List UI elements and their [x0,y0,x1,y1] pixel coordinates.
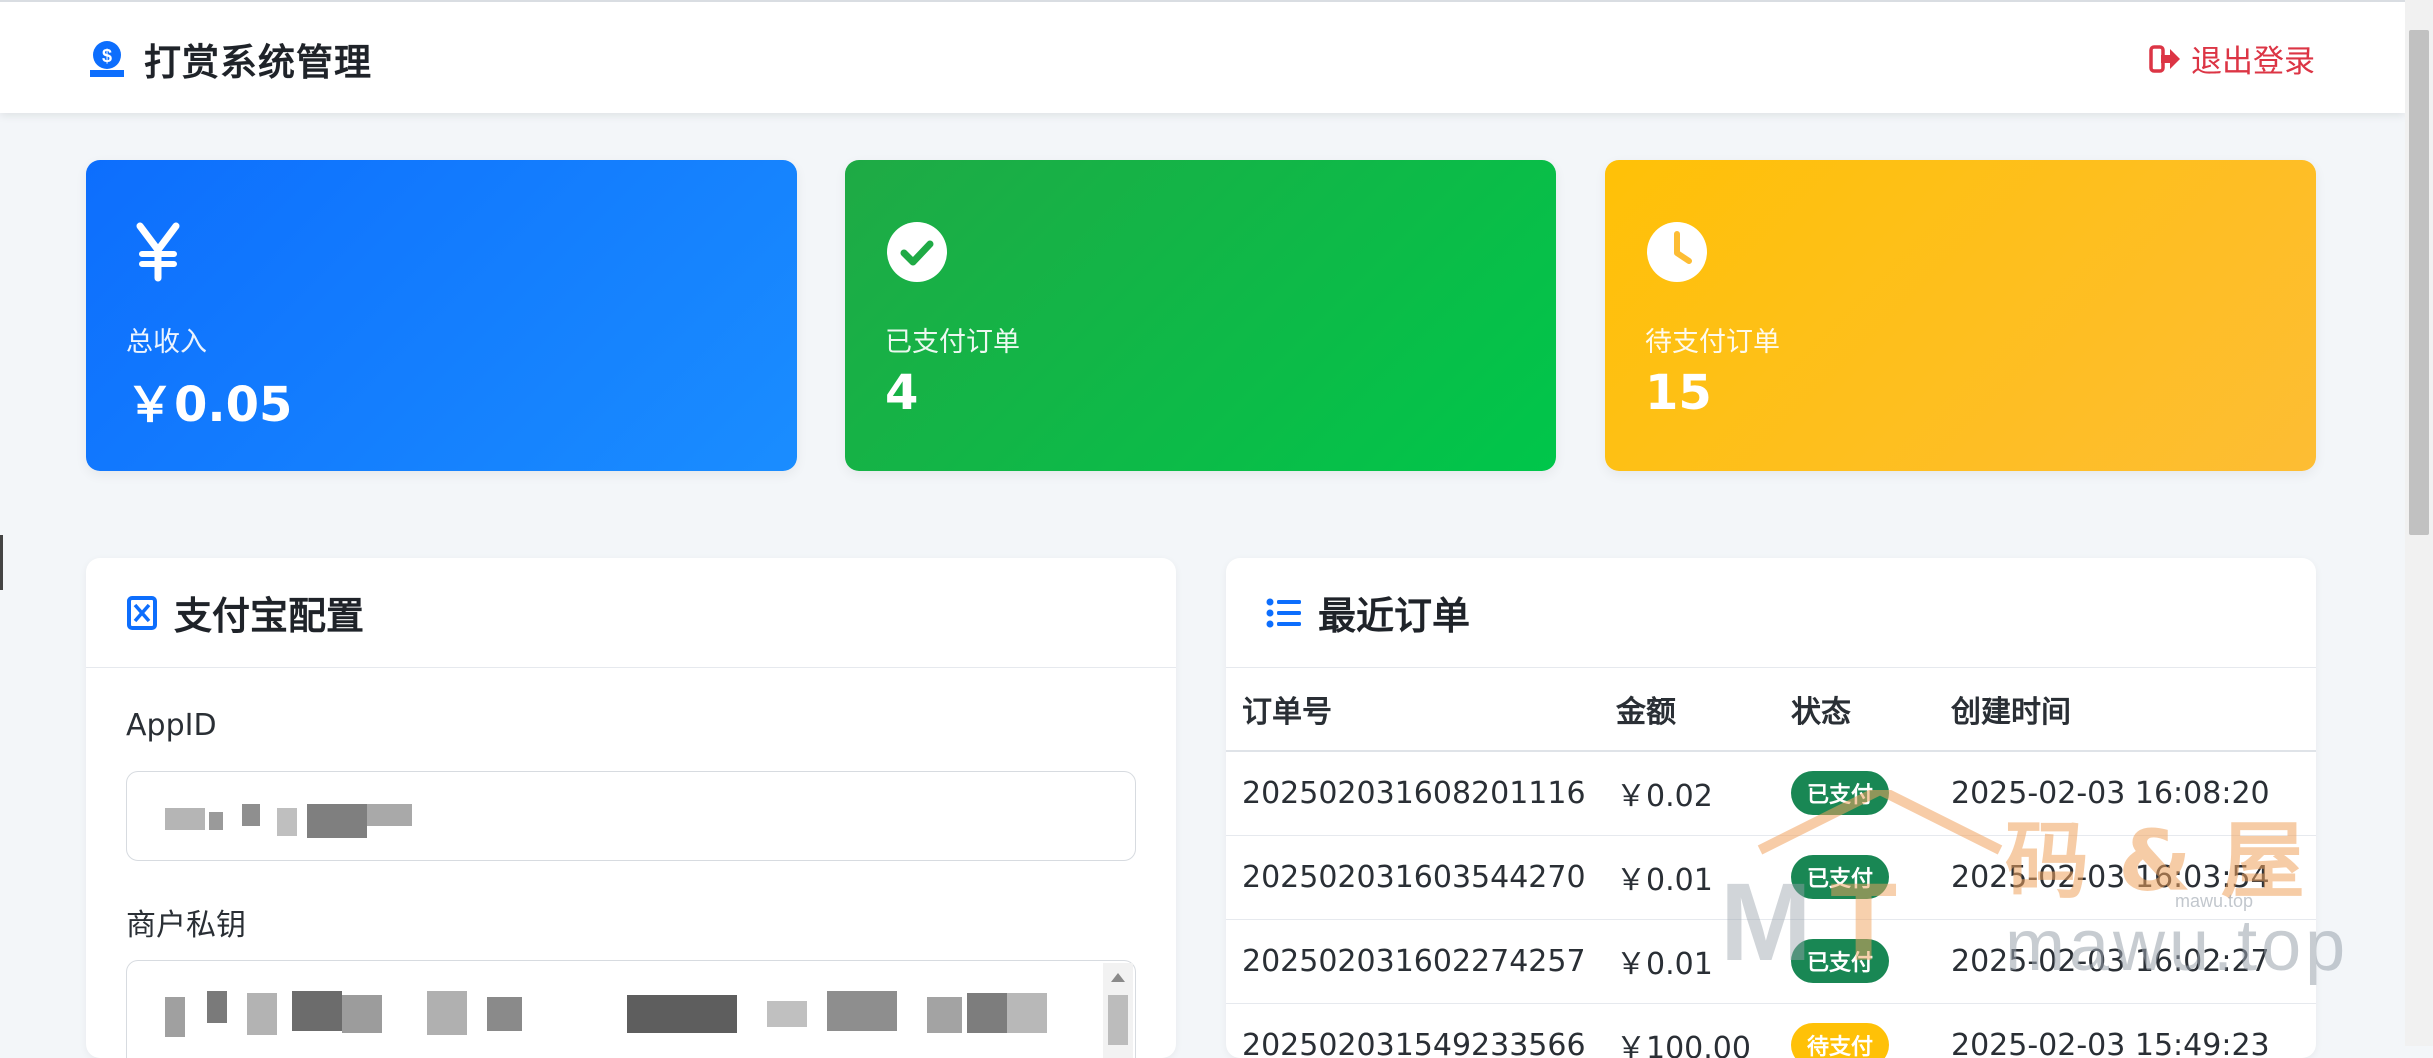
panel-title: 最近订单 [1318,594,1471,638]
appid-label: AppID [126,708,217,743]
masked-text [207,991,227,1023]
orders-table: 订单号 金额 状态 创建时间 202502031608201116 ￥0.02 … [1226,668,2316,1058]
order-id-cell: 202502031603544270 [1226,835,1616,920]
check-circle-icon [887,222,947,282]
masked-text [1007,993,1047,1033]
logout-label: 退出登录 [2191,44,2315,80]
stat-value: 15 [1645,365,1712,421]
sign-out-icon [2149,44,2180,73]
masked-text [487,997,522,1031]
masked-text [292,991,342,1031]
column-header-created-at[interactable]: 创建时间 [1951,668,2316,752]
status-badge: 待支付 [1791,1023,1890,1058]
brand[interactable]: $ 打赏系统管理 [86,32,372,86]
masked-text [827,991,897,1031]
created-at-cell: 2025-02-03 15:49:23 [1951,1003,2316,1058]
private-key-textarea[interactable] [126,960,1136,1058]
app-title: 打赏系统管理 [144,41,372,84]
logout-button[interactable]: 退出登录 [2149,36,2315,81]
recent-orders-panel: 最近订单 订单号 金额 状态 创建时间 202502031608201116 ￥… [1226,558,2316,1058]
scrollbar-thumb[interactable] [2409,30,2429,535]
list-icon [1266,598,1301,627]
table-row[interactable]: 202502031602274257 ￥0.01 已支付 2025-02-03 … [1226,919,2316,1004]
alipay-icon [127,595,157,630]
top-navbar: $ 打赏系统管理 退出登录 [0,0,2405,113]
status-badge: 已支付 [1791,771,1890,816]
created-at-cell: 2025-02-03 16:03:54 [1951,835,2316,920]
scroll-thumb[interactable] [1108,995,1128,1045]
status-cell: 已支付 [1791,835,1951,920]
table-row[interactable]: 202502031608201116 ￥0.02 已支付 2025-02-03 … [1226,751,2316,836]
masked-text [307,804,367,838]
masked-text [277,808,297,836]
status-cell: 待支付 [1791,1003,1951,1058]
masked-text [165,997,185,1037]
textarea-scrollbar[interactable] [1103,963,1133,1058]
masked-text [209,812,223,830]
stat-card-paid-orders: 已支付订单 4 [845,160,1556,471]
stat-label: 待支付订单 [1645,327,1780,358]
panel-header: 支付宝配置 [86,558,1176,668]
alipay-config-panel: 支付宝配置 AppID 商户私钥 [86,558,1176,1058]
text-cursor [0,535,3,590]
masked-text [967,993,1007,1033]
stat-value: ￥0.05 [126,377,293,433]
masked-text [627,995,737,1033]
masked-text [367,804,412,826]
masked-text [242,804,260,826]
panel-title: 支付宝配置 [174,594,365,638]
appid-input[interactable] [126,771,1136,861]
masked-text [767,1001,807,1027]
stat-label: 总收入 [126,327,207,358]
created-at-cell: 2025-02-03 16:02:27 [1951,919,2316,1004]
table-row[interactable]: 202502031603544270 ￥0.01 已支付 2025-02-03 … [1226,835,2316,920]
masked-text [427,991,467,1035]
amount-cell: ￥0.01 [1616,835,1791,920]
stat-card-total-income: 总收入 ￥0.05 [86,160,797,471]
masked-text [927,997,962,1033]
stat-value: 4 [885,365,919,421]
column-header-amount[interactable]: 金额 [1616,668,1791,752]
masked-text [165,808,205,830]
clock-icon [1647,222,1707,282]
scroll-up-arrow-icon[interactable] [1111,973,1125,982]
table-row[interactable]: 202502031549233566 ￥100.00 待支付 2025-02-0… [1226,1003,2316,1058]
order-id-cell: 202502031608201116 [1226,751,1616,836]
status-cell: 已支付 [1791,919,1951,1004]
stat-label: 已支付订单 [885,327,1020,358]
order-id-cell: 202502031549233566 [1226,1003,1616,1058]
created-at-cell: 2025-02-03 16:08:20 [1951,751,2316,836]
table-header-row: 订单号 金额 状态 创建时间 [1226,668,2316,752]
amount-cell: ￥100.00 [1616,1003,1791,1058]
column-header-order-id[interactable]: 订单号 [1226,668,1616,752]
donate-icon: $ [90,41,124,77]
masked-text [247,993,277,1035]
column-header-status[interactable]: 状态 [1791,668,1951,752]
status-badge: 已支付 [1791,855,1890,899]
amount-cell: ￥0.01 [1616,919,1791,1004]
status-badge: 已支付 [1791,939,1890,983]
status-cell: 已支付 [1791,751,1951,836]
order-id-cell: 202502031602274257 [1226,919,1616,1004]
amount-cell: ￥0.02 [1616,751,1791,836]
masked-text [342,995,382,1033]
stat-card-pending-orders: 待支付订单 15 [1605,160,2316,471]
svg-text:$: $ [102,46,112,66]
panel-header: 最近订单 [1226,558,2316,668]
page-scrollbar[interactable] [2405,0,2433,1046]
yen-icon [136,222,180,282]
private-key-label: 商户私钥 [126,908,246,943]
